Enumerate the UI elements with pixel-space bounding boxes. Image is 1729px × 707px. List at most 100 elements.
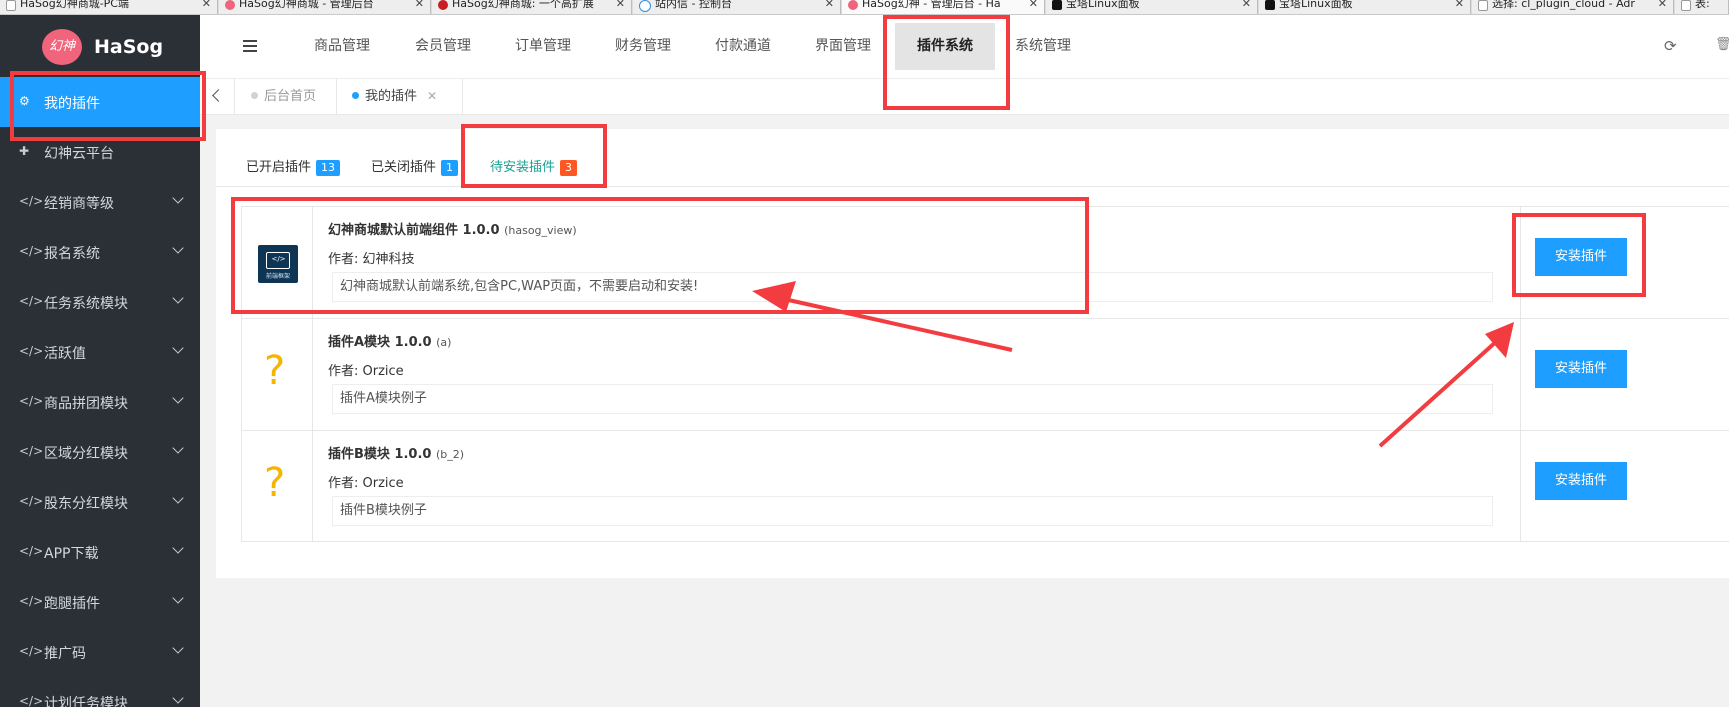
- browser-tab-title: 表:: [1695, 0, 1710, 10]
- close-icon[interactable]: ✕: [1658, 0, 1667, 9]
- logo[interactable]: 幻神 HaSog: [0, 15, 200, 70]
- chevron-down-icon: [172, 492, 184, 504]
- sidebar-item-label: 跑腿插件: [44, 596, 100, 612]
- annotation-box-nav: [883, 15, 1010, 110]
- browser-tab[interactable]: 表:: [1675, 0, 1729, 14]
- page-icon: [1478, 0, 1488, 11]
- page-tab-my-plugins[interactable]: 我的插件 ✕: [352, 79, 437, 114]
- browser-tab[interactable]: 选择: cl_plugin_cloud - Adr ✕: [1472, 0, 1674, 14]
- sidebar-item-label: 区域分红模块: [44, 446, 128, 462]
- nav-payment[interactable]: 付款通道: [715, 15, 771, 78]
- browser-tab[interactable]: HaSog幻神商城: 一个高扩展 ✕: [432, 0, 632, 14]
- sidebar-item-activity[interactable]: </> 活跃值: [0, 327, 200, 377]
- plugin-description: 插件A模块例子: [332, 384, 1493, 414]
- bt-favicon-icon: [1265, 0, 1275, 10]
- sidebar-item-errand[interactable]: </> 跑腿插件: [0, 577, 200, 627]
- subtab-enabled[interactable]: 已开启插件 13: [246, 156, 341, 176]
- annotation-box-install: [1512, 213, 1646, 297]
- menu-toggle-icon[interactable]: [243, 40, 257, 52]
- sidebar-item-label: 经销商等级: [44, 196, 114, 212]
- browser-tab[interactable]: HaSog幻神商城-PC端 ✕: [0, 0, 218, 14]
- logo-text: HaSog: [94, 36, 164, 58]
- plugin-description: 插件B模块例子: [332, 496, 1493, 526]
- sidebar-item-label: 股东分红模块: [44, 496, 128, 512]
- plugin-action-cell: 安装插件: [1520, 431, 1729, 542]
- code-icon: </>: [19, 444, 44, 458]
- browser-tab-title: 宝塔Linux面板: [1279, 0, 1353, 10]
- divider: [336, 79, 337, 114]
- browser-tab-title: 选择: cl_plugin_cloud - Adr: [1492, 0, 1635, 10]
- chevron-down-icon: [172, 642, 184, 654]
- nav-orders[interactable]: 订单管理: [515, 15, 571, 78]
- nav-members[interactable]: 会员管理: [415, 15, 471, 78]
- sidebar-item-label: APP下载: [44, 546, 99, 562]
- code-icon: </>: [19, 294, 44, 308]
- annotation-box-subtab: [461, 124, 607, 188]
- browser-tab[interactable]: 站内信 - 控制台 ✕: [633, 0, 841, 14]
- close-icon[interactable]: ✕: [415, 0, 424, 9]
- nav-system[interactable]: 系统管理: [1015, 15, 1071, 78]
- count-badge: 1: [441, 160, 459, 176]
- plugin-author: 作者: Orzice: [328, 364, 404, 379]
- sidebar-item-scheduled-task[interactable]: </> 计划任务模块: [0, 677, 200, 707]
- plugin-subtabs: 已开启插件 13 已关闭插件 1 待安装插件 3: [216, 129, 1729, 187]
- close-icon[interactable]: ✕: [202, 0, 211, 9]
- chevron-left-icon[interactable]: [212, 89, 225, 102]
- plugin-action-cell: 安装插件: [1520, 319, 1729, 430]
- chevron-down-icon: [172, 292, 184, 304]
- subtab-label: 已开启插件: [246, 160, 312, 175]
- sidebar-item-signup[interactable]: </> 报名系统: [0, 227, 200, 277]
- install-plugin-button[interactable]: 安装插件: [1535, 350, 1627, 388]
- sidebar-item-shareholder-dividend[interactable]: </> 股东分红模块: [0, 477, 200, 527]
- sidebar-item-dealer-level[interactable]: </> 经销商等级: [0, 177, 200, 227]
- code-icon: </>: [19, 344, 44, 358]
- plugin-row: ? 插件B模块 1.0.0 (b_2) 作者: Orzice 插件B模块例子 安…: [242, 431, 1729, 543]
- refresh-icon[interactable]: ⟳: [1664, 37, 1677, 55]
- chevron-down-icon: [172, 342, 184, 354]
- page-icon: [1681, 0, 1691, 11]
- trash-icon[interactable]: 🗑: [1715, 37, 1729, 52]
- chevron-down-icon: [172, 592, 184, 604]
- close-icon[interactable]: ✕: [427, 89, 437, 103]
- plugin-author: 作者: Orzice: [328, 476, 404, 491]
- page-tab-label: 后台首页: [264, 89, 317, 104]
- sidebar-item-label: 活跃值: [44, 346, 86, 362]
- sidebar-item-promo-code[interactable]: </> 推广码: [0, 627, 200, 677]
- chevron-down-icon: [172, 442, 184, 454]
- close-icon[interactable]: ✕: [1029, 0, 1038, 9]
- plugin-id: (b_2): [435, 448, 465, 461]
- sidebar-item-label: 商品拼团模块: [44, 396, 128, 412]
- nav-finance[interactable]: 财务管理: [615, 15, 671, 78]
- sidebar-item-app-download[interactable]: </> APP下载: [0, 527, 200, 577]
- close-icon[interactable]: ✕: [616, 0, 625, 9]
- install-plugin-button[interactable]: 安装插件: [1535, 462, 1627, 500]
- browser-tab[interactable]: HaSog幻神商城 - 管理后台 ✕: [219, 0, 431, 14]
- hasog-favicon-icon: [848, 0, 858, 10]
- plugin-icon-cell: ?: [242, 319, 313, 430]
- close-icon[interactable]: ✕: [1455, 0, 1464, 9]
- sidebar-item-label: 幻神云平台: [44, 146, 114, 162]
- browser-tab-active[interactable]: HaSog幻神 - 管理后台 - Ha ✕: [842, 0, 1045, 14]
- sidebar-item-region-dividend[interactable]: </> 区域分红模块: [0, 427, 200, 477]
- chevron-down-icon: [172, 542, 184, 554]
- page-tab-home[interactable]: 后台首页: [251, 79, 316, 114]
- close-icon[interactable]: ✕: [1242, 0, 1251, 9]
- plugin-id: (a): [436, 336, 452, 349]
- browser-tab[interactable]: 宝塔Linux面板 ✕: [1259, 0, 1471, 14]
- chevron-down-icon: [172, 242, 184, 254]
- browser-tab-title: 宝塔Linux面板: [1066, 0, 1140, 10]
- nav-interface[interactable]: 界面管理: [815, 15, 871, 78]
- browser-tab-strip: HaSog幻神商城-PC端 ✕ HaSog幻神商城 - 管理后台 ✕ HaSog幻神…: [0, 0, 1729, 15]
- browser-tab[interactable]: 宝塔Linux面板 ✕: [1046, 0, 1258, 14]
- sidebar-item-group-buy[interactable]: </> 商品拼团模块: [0, 377, 200, 427]
- plugin-row: ? 插件A模块 1.0.0 (a) 作者: Orzice 插件A模块例子 安装插…: [242, 319, 1729, 431]
- sidebar-item-task-system[interactable]: </> 任务系统模块: [0, 277, 200, 327]
- close-icon[interactable]: ✕: [825, 0, 834, 9]
- tab-dot: [352, 92, 359, 99]
- plugin-title: 插件B模块 1.0.0 (b_2): [328, 443, 464, 462]
- subtab-disabled[interactable]: 已关闭插件 1: [371, 156, 459, 176]
- browser-tab-title: HaSog幻神商城 - 管理后台: [239, 0, 374, 10]
- gitee-favicon-icon: [438, 0, 448, 10]
- nav-goods[interactable]: 商品管理: [314, 15, 370, 78]
- annotation-box-sidebar: [10, 71, 206, 141]
